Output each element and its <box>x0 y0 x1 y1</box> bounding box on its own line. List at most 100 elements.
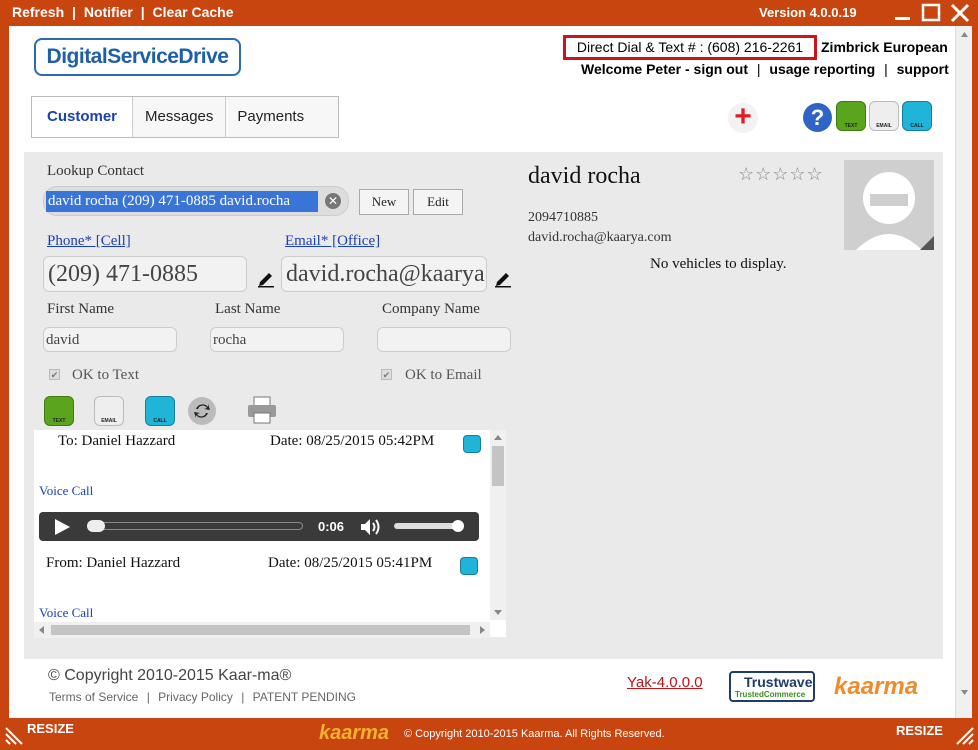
ok-to-text-checkbox[interactable]: ✔ <box>49 369 60 380</box>
send-text-icon[interactable]: TEXT <box>44 396 74 426</box>
contact-email: david.rocha@kaarya.com <box>528 230 672 245</box>
place-call-icon-label: CALL <box>153 418 167 424</box>
patent-pending: PATENT PENDING <box>252 690 357 704</box>
first-name-field[interactable]: david <box>43 327 177 352</box>
message-party: To: Daniel Hazzard <box>58 433 176 449</box>
message-type-link[interactable]: Voice Call <box>39 483 93 499</box>
tab-messages[interactable]: Messages <box>133 97 227 137</box>
titlebar-menu: Refresh | Notifier | Clear Cache <box>12 4 233 20</box>
sync-icon[interactable] <box>187 396 217 426</box>
welcome-signout-link[interactable]: Welcome Peter - sign out <box>581 61 748 77</box>
phone-field[interactable]: (209) 471-0885 <box>43 256 247 292</box>
trusted-commerce-label: TrustedCommerce <box>735 690 806 699</box>
kaarma-logo: kaarma <box>834 673 919 700</box>
edit-button[interactable]: Edit <box>413 189 463 215</box>
volume-slider[interactable] <box>394 523 460 529</box>
send-text-icon-label: TEXT <box>52 418 66 424</box>
maximize-button[interactable] <box>920 2 942 24</box>
help-icon[interactable]: ? <box>803 103 832 132</box>
no-vehicles-message: No vehicles to display. <box>650 256 787 272</box>
resize-right-label[interactable]: RESIZE <box>896 723 943 738</box>
contact-name: david rocha <box>528 163 641 189</box>
maximize-icon <box>921 3 941 22</box>
messages-vertical-scrollbar[interactable] <box>490 430 506 620</box>
phone-label-link[interactable]: Phone* [Cell] <box>47 233 131 250</box>
call-icon[interactable]: CALL <box>902 101 932 131</box>
print-icon[interactable] <box>246 395 278 425</box>
new-button[interactable]: New <box>359 189 409 215</box>
email-icon-label: EMAIL <box>876 123 892 129</box>
trustwave-name: Trustwave <box>744 674 813 690</box>
clear-lookup-icon[interactable]: ✕ <box>325 193 341 209</box>
audio-player: 0:06 <box>39 512 479 541</box>
tab-payments[interactable]: Payments <box>226 97 315 137</box>
footer-copyright: © Copyright 2010-2015 Kaar-ma® <box>48 667 292 684</box>
resize-left-label[interactable]: RESIZE <box>27 721 74 736</box>
progress-track[interactable] <box>89 522 303 530</box>
window-scrollbar[interactable] <box>955 26 972 718</box>
yak-version-link[interactable]: Yak-4.0.0.0 <box>627 674 703 691</box>
footer-separator: | <box>146 690 150 704</box>
volume-icon[interactable] <box>359 517 383 537</box>
email-field[interactable]: david.rocha@kaarya <box>281 256 487 292</box>
header-separator: | <box>756 61 761 77</box>
resize-grip-icon[interactable] <box>955 724 975 746</box>
refresh-link[interactable]: Refresh <box>12 4 64 20</box>
avatar[interactable] <box>844 160 934 250</box>
send-email-icon-label: EMAIL <box>101 418 117 424</box>
call-icon-label: CALL <box>910 123 924 129</box>
resize-grip-icon[interactable] <box>4 724 24 746</box>
message-date: Date: 08/25/2015 05:42PM <box>270 433 435 449</box>
rating-stars[interactable]: ☆☆☆☆☆ <box>738 164 824 185</box>
bottom-kaarma-logo: kaarma <box>319 722 390 744</box>
send-email-icon[interactable]: EMAIL <box>94 396 124 426</box>
message-type-link[interactable]: Voice Call <box>39 605 93 621</box>
lookup-value[interactable]: david rocha (209) 471-0885 david.rocha <box>46 191 318 212</box>
ok-to-email-label: OK to Email <box>405 367 482 383</box>
last-name-field[interactable]: rocha <box>210 327 344 352</box>
email-icon[interactable]: EMAIL <box>869 101 899 131</box>
close-button[interactable] <box>949 2 971 24</box>
ok-to-email-checkbox[interactable]: ✔ <box>381 369 392 380</box>
message-party: From: Daniel Hazzard <box>46 555 181 571</box>
call-back-icon[interactable] <box>463 435 481 453</box>
add-customer-button[interactable]: + <box>728 102 758 133</box>
trustwave-badge[interactable]: Trustwave TrustedCommerce <box>729 671 815 702</box>
tab-customer[interactable]: Customer <box>32 97 134 137</box>
support-link[interactable]: support <box>897 61 949 77</box>
company-name-field[interactable] <box>377 327 511 352</box>
volume-handle[interactable] <box>452 520 464 532</box>
text-icon[interactable]: TEXT <box>836 101 866 131</box>
dealer-name: Zimbrick European <box>821 39 948 55</box>
direct-dial-number: Direct Dial & Text # : (608) 216-2261 <box>563 35 817 60</box>
footer-links: Terms of Service | Privacy Policy | PATE… <box>49 690 356 704</box>
version-label: Version 4.0.0.19 <box>759 5 857 20</box>
header-links: Welcome Peter - sign out | usage reporti… <box>581 61 949 77</box>
edit-email-icon[interactable] <box>494 270 512 288</box>
contact-phone: 2094710885 <box>528 210 598 225</box>
terms-link[interactable]: Terms of Service <box>49 690 138 704</box>
ok-to-text-label: OK to Text <box>72 367 140 383</box>
close-icon <box>950 3 970 23</box>
place-call-icon[interactable]: CALL <box>145 396 175 426</box>
company-name-label: Company Name <box>382 301 480 317</box>
edit-phone-icon[interactable] <box>257 270 275 288</box>
email-label-link[interactable]: Email* [Office] <box>285 233 380 250</box>
menu-separator: | <box>72 4 76 20</box>
header-separator: | <box>884 61 888 77</box>
scroll-arrows-icon <box>961 32 968 695</box>
play-icon[interactable] <box>53 518 71 536</box>
notifier-link[interactable]: Notifier <box>84 4 133 20</box>
progress-handle[interactable] <box>87 520 105 532</box>
message-date: Date: 08/25/2015 05:41PM <box>268 555 433 571</box>
user-avatar-icon <box>856 172 934 250</box>
usage-reporting-link[interactable]: usage reporting <box>769 61 875 77</box>
messages-horizontal-scrollbar[interactable] <box>34 622 490 638</box>
call-back-icon[interactable] <box>460 557 478 575</box>
privacy-link[interactable]: Privacy Policy <box>158 690 233 704</box>
lookup-label: Lookup Contact <box>47 163 145 179</box>
first-name-label: First Name <box>47 301 115 317</box>
bottom-copyright: © Copyright 2010-2015 Kaarma. All Rights… <box>404 728 665 740</box>
clear-cache-link[interactable]: Clear Cache <box>153 4 234 20</box>
minimize-button[interactable] <box>892 2 914 24</box>
